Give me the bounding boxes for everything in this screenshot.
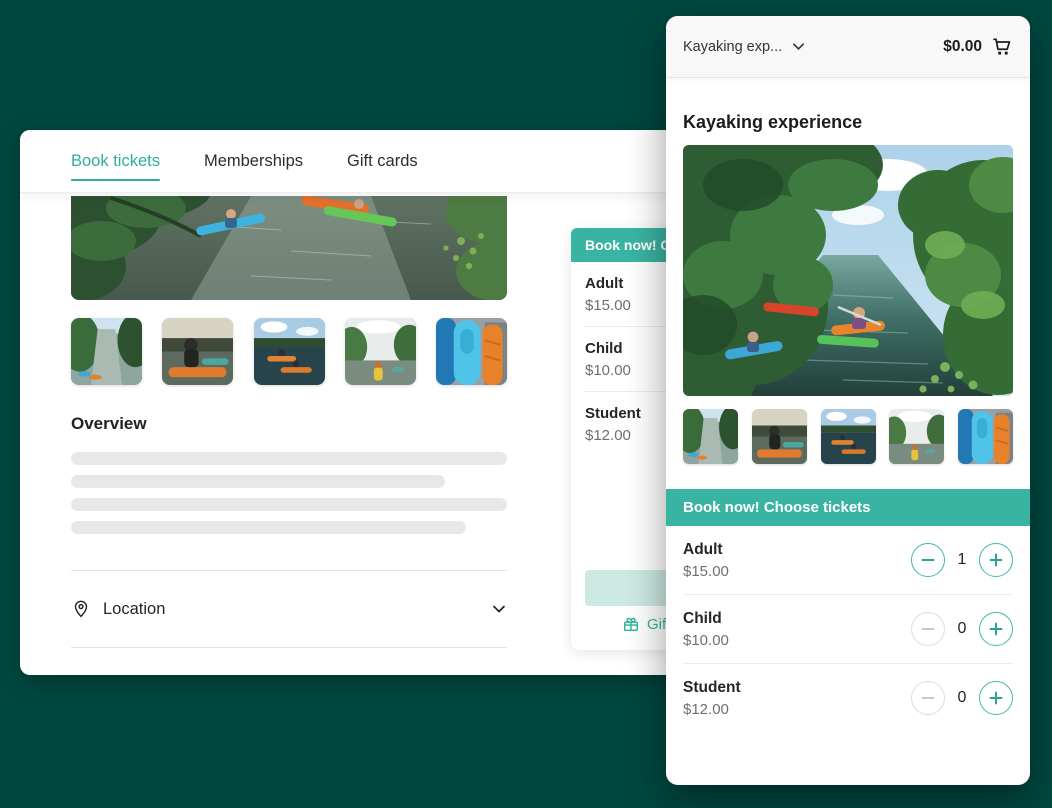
ticket-price: $10.00 [683, 632, 729, 649]
experience-thumbnail-5[interactable] [958, 409, 1013, 464]
experience-thumbnail-1[interactable] [683, 409, 738, 464]
river-photo-graphic [71, 196, 507, 300]
experience-thumbnail-2[interactable] [752, 409, 807, 464]
location-accordion[interactable]: Location [71, 590, 507, 628]
increase-quantity-button[interactable] [979, 681, 1013, 715]
thumb-kayaks-closeup-graphic [436, 318, 507, 385]
experience-thumbnail-4[interactable] [889, 409, 944, 464]
section-divider [71, 570, 507, 571]
thumb-river-trees-graphic [683, 409, 738, 464]
page-background: Book tickets Memberships Gift cards [0, 0, 1052, 808]
ticket-price: $12.00 [683, 701, 741, 718]
quantity-value: 1 [945, 551, 979, 569]
experience-title: Kayaking experience [683, 112, 862, 133]
checkout-widget: Kayaking exp... $0.00 Kayakin [666, 16, 1030, 785]
widget-top-bar: Kayaking exp... $0.00 [666, 16, 1030, 78]
ticket-info: Adult $15.00 [683, 541, 729, 580]
ticket-row-student: Student $12.00 0 [683, 664, 1013, 732]
increase-quantity-button[interactable] [979, 612, 1013, 646]
tab-bar: Book tickets Memberships Gift cards [20, 130, 690, 193]
thumb-river-trees-graphic [71, 318, 142, 385]
thumb-lake-kayaks-graphic [254, 318, 325, 385]
tab-book-tickets-label: Book tickets [71, 152, 160, 171]
quantity-value: 0 [945, 689, 979, 707]
experience-selector-label: Kayaking exp... [683, 39, 782, 55]
gallery-thumbnail-5[interactable] [436, 318, 507, 385]
choose-tickets-banner: Book now! Choose tickets [666, 489, 1030, 526]
thumb-kayaks-closeup-graphic [958, 409, 1013, 464]
gallery-thumbnail-2[interactable] [162, 318, 233, 385]
section-divider [71, 647, 507, 648]
decrease-quantity-button[interactable] [911, 543, 945, 577]
overview-heading: Overview [71, 414, 147, 434]
tab-gift-cards[interactable]: Gift cards [347, 130, 418, 192]
gallery-thumbnail-3[interactable] [254, 318, 325, 385]
gallery-thumbnail-1[interactable] [71, 318, 142, 385]
experience-thumbnails [683, 409, 1013, 464]
map-pin-icon [71, 599, 91, 619]
gift-icon [622, 615, 640, 633]
tab-gift-cards-label: Gift cards [347, 152, 418, 171]
tab-memberships[interactable]: Memberships [204, 130, 303, 192]
gift-tickets-link[interactable]: Gift [622, 615, 670, 633]
gallery-thumbnail-4[interactable] [345, 318, 416, 385]
quantity-stepper: 0 [911, 612, 1013, 646]
thumb-person-kayak-graphic [162, 318, 233, 385]
location-label: Location [103, 600, 491, 619]
experience-selector-dropdown[interactable]: Kayaking exp... [683, 39, 807, 55]
quantity-stepper: 1 [911, 543, 1013, 577]
quantity-value: 0 [945, 620, 979, 638]
chevron-down-icon [791, 39, 807, 55]
ticket-info: Child $10.00 [683, 610, 729, 649]
gallery-thumbnails [71, 318, 507, 385]
skeleton-line [71, 475, 445, 488]
chevron-down-icon [491, 601, 507, 617]
thumb-river-cloudy-graphic [889, 409, 944, 464]
ticket-name: Adult [683, 541, 729, 559]
decrease-quantity-button[interactable] [911, 612, 945, 646]
tab-memberships-label: Memberships [204, 152, 303, 171]
ticket-selector-list: Adult $15.00 1 Child $10.00 0 [666, 526, 1030, 732]
ticket-info: Student $12.00 [683, 679, 741, 718]
thumb-river-cloudy-graphic [345, 318, 416, 385]
shopping-cart-icon [990, 35, 1013, 58]
ticket-row-child: Child $10.00 0 [683, 595, 1013, 664]
skeleton-line [71, 452, 507, 465]
skeleton-line [71, 498, 507, 511]
experience-thumbnail-3[interactable] [821, 409, 876, 464]
ticket-price: $15.00 [683, 563, 729, 580]
tab-book-tickets[interactable]: Book tickets [71, 130, 160, 192]
ticket-name: Child [683, 610, 729, 628]
skeleton-line [71, 521, 466, 534]
ticket-name: Student [683, 679, 741, 697]
cart-total: $0.00 [943, 38, 982, 56]
cart-summary[interactable]: $0.00 [943, 35, 1013, 58]
gallery-main-photo[interactable] [71, 196, 507, 300]
ticket-row-adult: Adult $15.00 1 [683, 526, 1013, 595]
increase-quantity-button[interactable] [979, 543, 1013, 577]
experience-main-photo[interactable] [683, 145, 1013, 396]
decrease-quantity-button[interactable] [911, 681, 945, 715]
thumb-lake-kayaks-graphic [821, 409, 876, 464]
quantity-stepper: 0 [911, 681, 1013, 715]
river-scene-graphic [683, 145, 1013, 396]
thumb-person-kayak-graphic [752, 409, 807, 464]
